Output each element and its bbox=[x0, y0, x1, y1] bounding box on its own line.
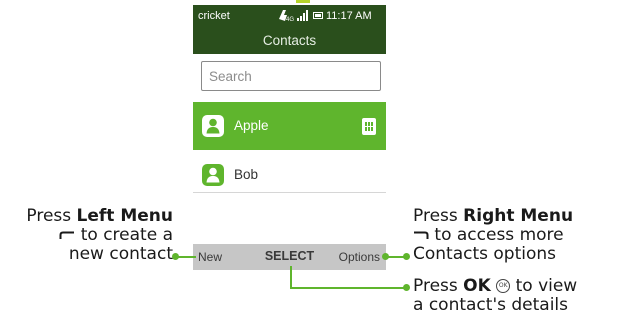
leader-dot bbox=[403, 253, 410, 260]
leader-line bbox=[178, 256, 196, 258]
leader-line bbox=[290, 287, 404, 289]
leader-line bbox=[290, 266, 292, 288]
contact-avatar-icon bbox=[202, 115, 224, 137]
contact-avatar-icon bbox=[202, 164, 224, 186]
carrier-name: cricket bbox=[198, 10, 230, 22]
status-bar: cricket 4G 11:17 AM bbox=[193, 5, 386, 27]
contact-row-apple[interactable]: Apple bbox=[193, 102, 386, 150]
softkey-options-button[interactable]: Options bbox=[339, 250, 380, 264]
svg-text:4G: 4G bbox=[286, 17, 294, 23]
ok-key-callout: Press OK OK to view a contact's details bbox=[413, 276, 578, 315]
top-tab-marker bbox=[296, 0, 310, 3]
right-softkey-icon bbox=[414, 231, 429, 239]
ok-key-icon: OK bbox=[496, 279, 511, 293]
contact-name: Apple bbox=[234, 118, 269, 133]
battery-icon bbox=[313, 12, 323, 19]
left-menu-label: Left Menu bbox=[76, 206, 173, 226]
right-menu-label: Right Menu bbox=[463, 206, 574, 226]
page-title: Contacts bbox=[193, 27, 386, 54]
search-input[interactable] bbox=[201, 61, 381, 91]
right-menu-callout: Press Right Menu to access more Contacts… bbox=[413, 206, 574, 264]
clock-time: 11:17 AM bbox=[326, 10, 372, 22]
leader-dot bbox=[382, 253, 389, 260]
ok-label: OK bbox=[463, 276, 491, 296]
signal-4g-icon: 4G bbox=[279, 10, 308, 23]
phone-screen: cricket 4G 11:17 AM Contacts Apple bbox=[193, 5, 386, 270]
left-menu-callout: Press Left Menu to create a new contact bbox=[26, 206, 173, 264]
list-divider bbox=[193, 192, 386, 193]
sim-card-icon bbox=[362, 118, 376, 135]
left-softkey-icon bbox=[59, 231, 75, 239]
leader-dot bbox=[403, 284, 410, 291]
